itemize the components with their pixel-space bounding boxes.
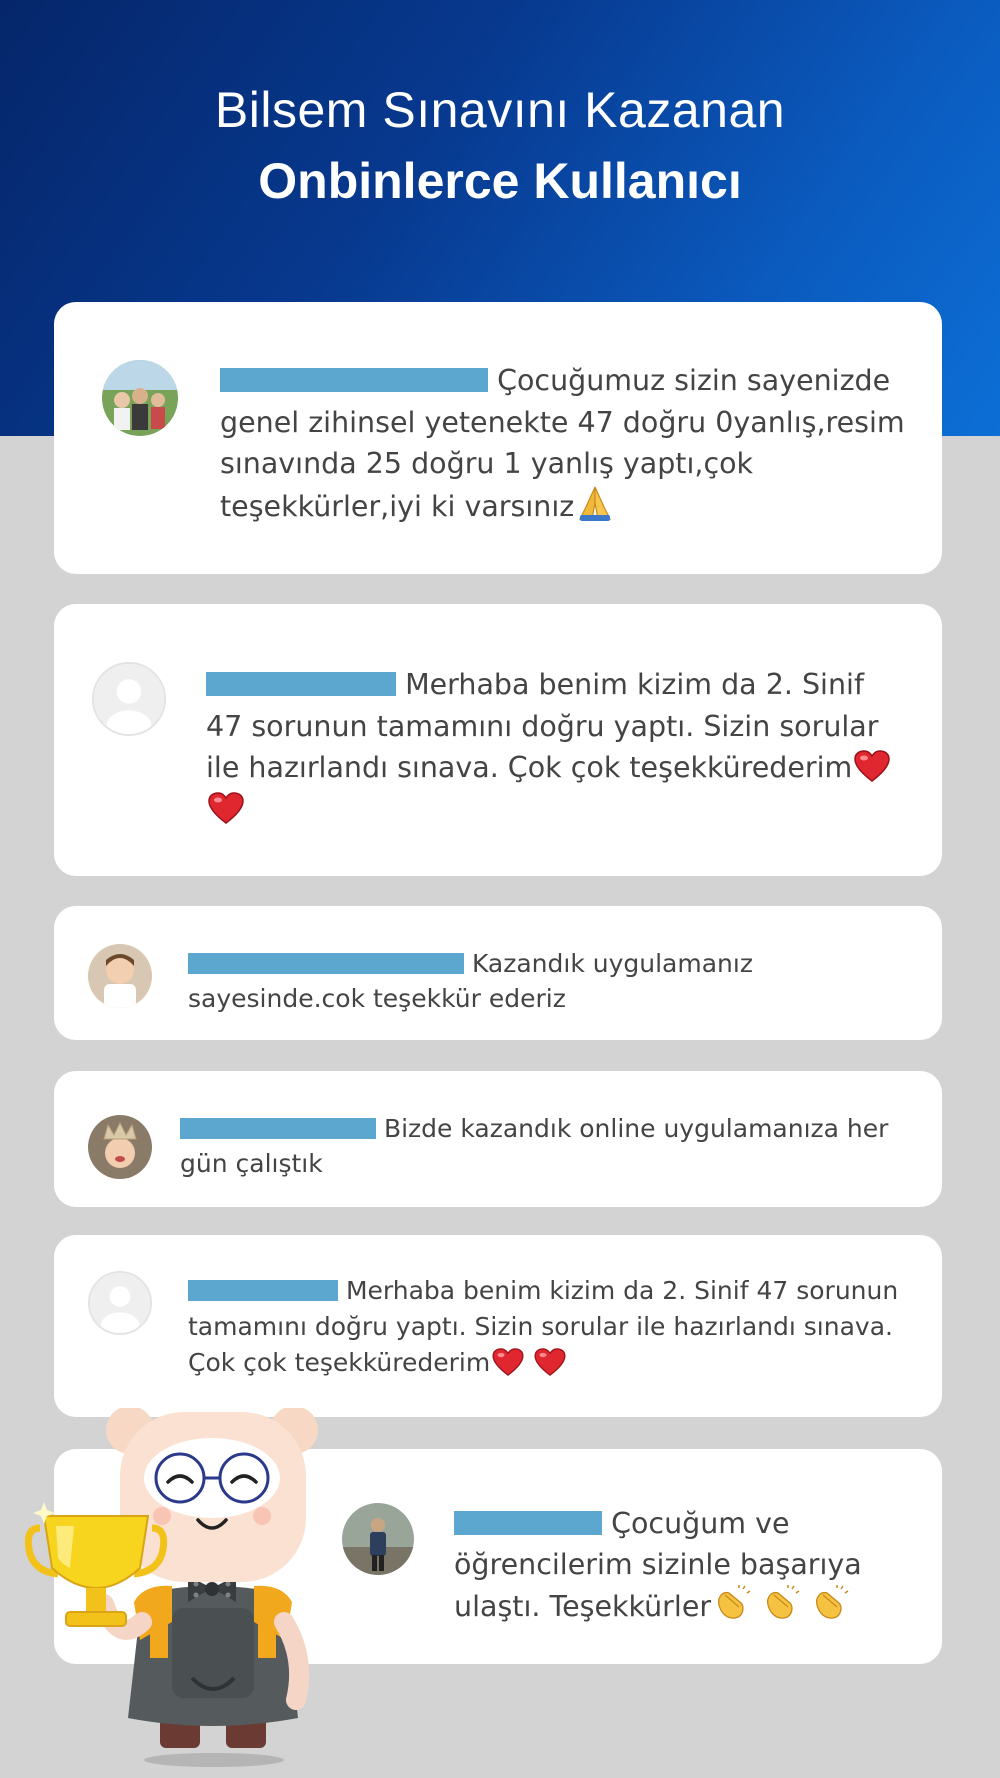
testimonial-card: Merhaba benim kizim da 2. Sinif 47 sorun… — [54, 1235, 942, 1417]
red-heart-icon — [854, 750, 891, 783]
trophy-mascot — [22, 1406, 342, 1778]
red-heart-icon — [534, 1347, 566, 1376]
default-user-avatar — [92, 662, 166, 736]
redacted-username — [180, 1118, 376, 1139]
hero-title-line1: Bilsem Sınavını Kazanan — [214, 82, 786, 138]
testimonial-card: Kazandık uygulamanız sayesinde.cok teşek… — [54, 906, 942, 1040]
testimonial-text-block: Çocuğumuz sizin sayenizde genel zihinsel… — [220, 360, 920, 527]
folded-hands-icon — [576, 485, 614, 521]
testimonial-card: Çocuğumuz sizin sayenizde genel zihinsel… — [54, 302, 942, 574]
crowned-child-avatar — [88, 1115, 152, 1179]
red-heart-icon — [492, 1347, 524, 1376]
redacted-username — [188, 1280, 338, 1301]
clapping-hands-icon — [762, 1585, 800, 1621]
clapping-hands-icon — [811, 1585, 849, 1621]
child-photo-avatar — [88, 944, 152, 1008]
hero-title: Bilsem Sınavını Kazanan Onbinlerce Kulla… — [0, 76, 1000, 218]
testimonial-text-block: Merhaba benim kizim da 2. Sinif 47 sorun… — [188, 1273, 938, 1381]
outdoor-person-avatar — [342, 1503, 414, 1575]
clapping-hands-icon — [713, 1585, 751, 1621]
testimonial-card: Merhaba benim kizim da 2. Sinif 47 sorun… — [54, 604, 942, 876]
redacted-username — [454, 1511, 602, 1535]
testimonial-text-block: Kazandık uygulamanız sayesinde.cok teşek… — [188, 946, 928, 1016]
hero-title-line2: Onbinlerce Kullanıcı — [258, 153, 742, 209]
testimonial-card: Bizde kazandık online uygulamanıza her g… — [54, 1071, 942, 1207]
family-photo-avatar — [102, 360, 178, 436]
red-heart-icon — [208, 791, 244, 824]
redacted-username — [220, 368, 488, 392]
redacted-username — [188, 953, 464, 974]
default-user-avatar — [88, 1271, 152, 1335]
testimonial-text-block: Bizde kazandık online uygulamanıza her g… — [180, 1111, 930, 1181]
testimonial-text-block: Çocuğum ve öğrencilerim sizinle başarıya… — [454, 1503, 894, 1627]
redacted-username — [206, 672, 396, 696]
testimonial-text-block: Merhaba benim kizim da 2. Sinif 47 sorun… — [206, 664, 906, 830]
